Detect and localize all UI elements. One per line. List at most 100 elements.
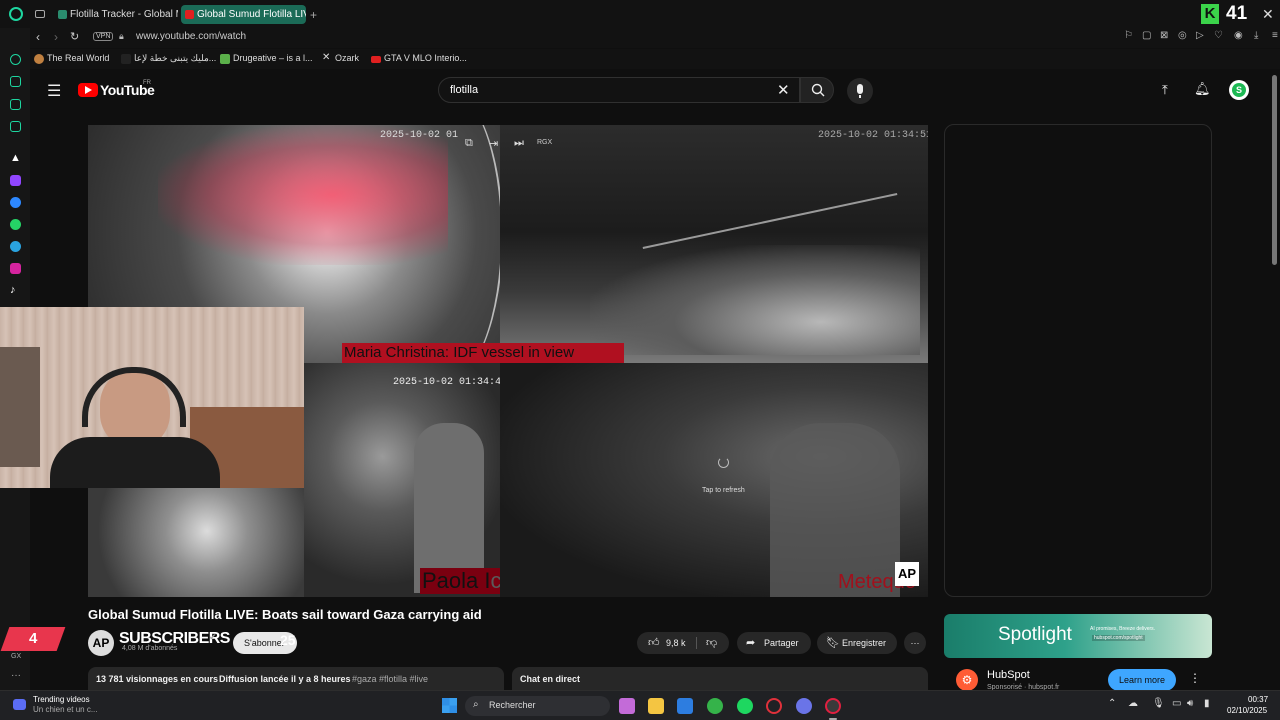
tab-youtube-live[interactable]: Global Sumud Flotilla LIV! xyxy=(181,5,306,24)
play-triangle-icon xyxy=(85,86,92,94)
copy-icon[interactable]: ⧉ xyxy=(465,137,473,150)
clock-date[interactable]: 02/10/2025 xyxy=(1227,706,1267,715)
like-count[interactable]: 9,8 k xyxy=(666,638,686,648)
whatsapp-icon[interactable] xyxy=(10,219,21,230)
file-explorer-icon[interactable] xyxy=(648,698,664,714)
tab-flotilla-tracker[interactable]: Flotilla Tracker - Global M xyxy=(54,5,178,24)
battery-icon[interactable]: ▮ xyxy=(1204,698,1210,709)
sponsored-banner[interactable]: Spotlight AI promises, Breeze delivers. … xyxy=(944,614,1212,658)
voice-search-button[interactable] xyxy=(847,78,873,104)
music-icon[interactable] xyxy=(10,99,21,110)
url-field[interactable]: www.youtube.com/watch xyxy=(136,31,246,42)
camera-feed-bottom-left xyxy=(88,487,304,597)
gx-corner-icon[interactable] xyxy=(10,54,21,65)
player-icon[interactable]: ▷ xyxy=(1196,30,1204,41)
onedrive-icon[interactable]: ☁︎ xyxy=(1128,698,1138,709)
live-chat-box[interactable]: Chat en direct xyxy=(512,667,928,690)
arc-icon[interactable]: ▲ xyxy=(10,153,21,164)
hashtags[interactable]: #gaza #flotilla #live xyxy=(352,674,428,684)
new-tab-button[interactable]: + xyxy=(310,8,317,22)
discord-icon[interactable] xyxy=(796,698,812,714)
upload-icon[interactable]: ⤒ xyxy=(1162,82,1168,98)
forward-icon[interactable]: › xyxy=(54,30,58,44)
xbox-icon[interactable] xyxy=(707,698,723,714)
search-button[interactable] xyxy=(800,77,834,103)
exit-icon[interactable]: ⇥ xyxy=(489,137,498,150)
close-window-icon[interactable]: ✕ xyxy=(1262,6,1274,23)
skip-icon[interactable]: ⏭︎ xyxy=(514,137,524,150)
back-icon[interactable]: ‹ xyxy=(36,30,40,44)
like-icon[interactable]: 👍︎ xyxy=(648,636,660,649)
vpn-badge[interactable]: VPN xyxy=(93,32,114,41)
widget-title[interactable]: Trending videos xyxy=(33,695,90,704)
more-actions-button[interactable]: ··· xyxy=(904,632,926,654)
youtube-favicon-icon xyxy=(185,10,194,19)
youtube-logo-icon[interactable] xyxy=(78,83,98,97)
widget-icon[interactable] xyxy=(13,699,26,710)
learn-more-button[interactable]: Learn more xyxy=(1108,669,1176,691)
sidebar-more-icon[interactable]: ··· xyxy=(11,670,21,681)
instagram-icon[interactable] xyxy=(10,263,21,274)
mail-icon[interactable] xyxy=(10,121,21,132)
snapshot-icon[interactable]: ▢ xyxy=(1142,30,1151,41)
clear-search-icon[interactable]: ✕ xyxy=(777,81,790,99)
region-code: FR xyxy=(143,80,151,86)
workspaces-icon[interactable] xyxy=(35,10,45,18)
taskbar-search[interactable]: ⌕ Rechercher xyxy=(465,696,610,716)
gx-label: GX xyxy=(11,653,22,660)
search-input[interactable]: flotilla xyxy=(450,84,478,96)
tap-to-refresh-label[interactable]: Tap to refresh xyxy=(702,487,745,494)
avatar-inner: S xyxy=(1232,83,1246,97)
windows-taskbar: Trending videos Un chien et un c... ⌕ Re… xyxy=(0,690,1280,720)
video-title: Global Sumud Flotilla LIVE: Boats sail t… xyxy=(88,607,482,622)
notifications-bell-icon[interactable]: 🔔︎ xyxy=(1194,81,1211,97)
view-count: 13 781 visionnages en cours xyxy=(96,674,219,684)
opera-icon[interactable] xyxy=(766,698,782,714)
opera-gx-logo-icon[interactable] xyxy=(9,7,23,21)
dislike-icon[interactable]: 👎︎ xyxy=(706,636,717,649)
clock-time[interactable]: 00:37 xyxy=(1248,695,1268,704)
opera-gx-icon[interactable] xyxy=(825,698,841,714)
tiktok-icon[interactable]: ♪ xyxy=(10,285,21,296)
volume-icon[interactable]: 🔊︎ xyxy=(1187,698,1193,709)
bot-icon[interactable] xyxy=(10,76,21,87)
tray-chevron-icon[interactable]: ⌃ xyxy=(1108,698,1116,709)
heart-icon[interactable]: ♡ xyxy=(1214,30,1223,41)
spotify-icon[interactable] xyxy=(737,698,753,714)
messenger-icon[interactable] xyxy=(10,197,21,208)
account-avatar[interactable]: S xyxy=(1229,80,1249,100)
menu-icon[interactable]: ≡ xyxy=(1272,30,1278,41)
reload-icon[interactable]: ↻ xyxy=(70,30,79,43)
telegram-icon[interactable] xyxy=(10,241,21,252)
search-box[interactable]: flotilla ✕ xyxy=(438,77,800,103)
windows-start-icon[interactable] xyxy=(442,698,457,713)
extension-icon[interactable]: ◎ xyxy=(1178,30,1187,41)
adblock-icon[interactable]: ⊠ xyxy=(1160,30,1168,41)
caption-main: Maria Christina: IDF vessel in view xyxy=(342,343,624,363)
camera-feed-middle xyxy=(304,363,500,597)
sub-count-value: 4 xyxy=(29,630,38,647)
store-icon[interactable] xyxy=(677,698,693,714)
bookmark-arabic-news[interactable]: مليك يتبنى خطة لإعا... xyxy=(121,53,216,64)
timestamp-top-right: 2025-10-02 01:34:51 xyxy=(818,130,928,141)
channel-avatar[interactable]: AP xyxy=(88,630,114,656)
counter-logo-icon: K xyxy=(1201,4,1219,24)
description-box[interactable]: 13 781 visionnages en cours Diffusion la… xyxy=(88,667,504,690)
mic-tray-icon[interactable]: 🎙︎ xyxy=(1152,698,1165,709)
display-icon[interactable]: ▭ xyxy=(1172,698,1181,709)
bookmark-gta-mlo[interactable]: GTA V MLO Interio... xyxy=(371,53,467,63)
save-icon: 🔖︎ xyxy=(826,637,840,649)
copilot-icon[interactable] xyxy=(619,698,635,714)
bookmark-ozark[interactable]: ✕ Ozark xyxy=(322,53,359,64)
page-scrollbar[interactable] xyxy=(1272,75,1277,265)
bookmark-the-real-world[interactable]: The Real World xyxy=(34,53,109,64)
caption-paola-text: Paola I xyxy=(422,568,491,593)
download-icon[interactable]: ⤓ xyxy=(1254,30,1258,41)
bookmark-page-icon[interactable]: ⚐ xyxy=(1124,30,1133,41)
hamburger-menu-icon[interactable]: ☰ xyxy=(47,81,61,101)
twitch-icon[interactable] xyxy=(10,175,21,186)
ad-brand: Spotlight xyxy=(998,624,1072,645)
profile-icon[interactable]: ◉ xyxy=(1234,30,1243,41)
bookmark-drugeative[interactable]: Drugeative – is a l... xyxy=(220,53,313,64)
ad-menu-icon[interactable]: ⋮ xyxy=(1189,671,1201,685)
